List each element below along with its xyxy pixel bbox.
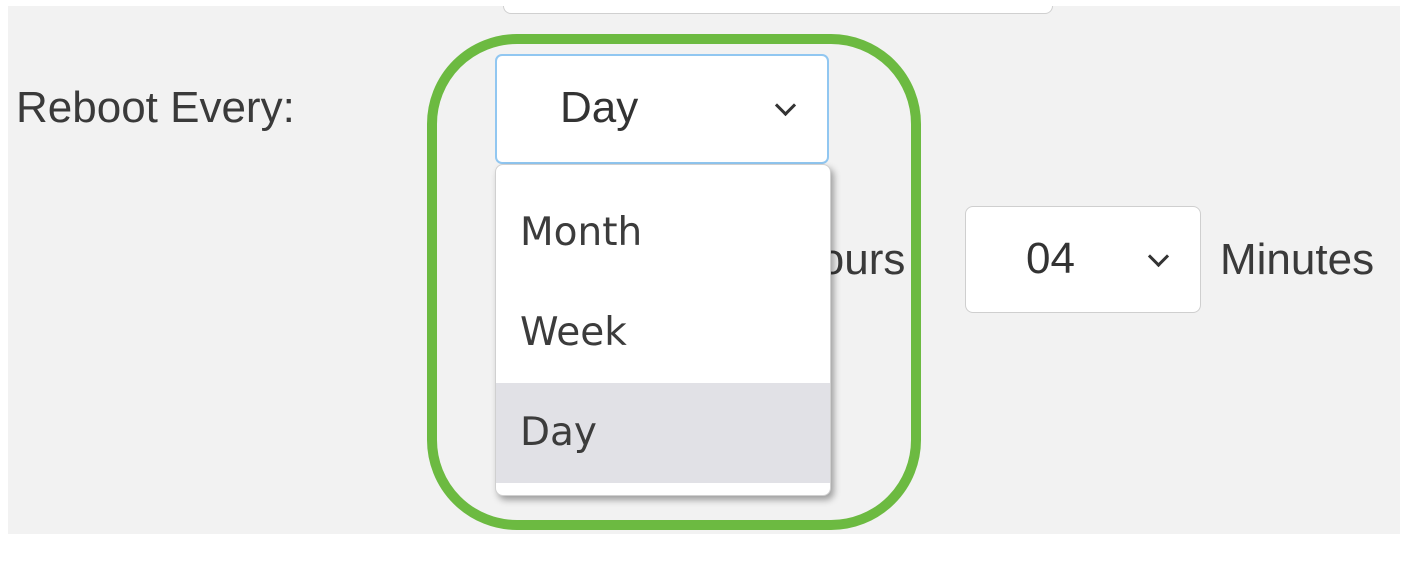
settings-panel: Reboot Every: Hours Minutes Day 04 Month… xyxy=(8,6,1400,534)
option-week[interactable]: Week xyxy=(496,283,830,383)
reboot-every-dropdown-menu[interactable]: Month Week Day xyxy=(495,164,831,496)
reboot-every-selected-value: Day xyxy=(560,83,639,132)
upper-input-field[interactable] xyxy=(503,6,1053,14)
reboot-every-select[interactable]: Day xyxy=(495,54,829,164)
option-month[interactable]: Month xyxy=(496,183,830,283)
minutes-label: Minutes xyxy=(1220,235,1375,284)
chevron-down-icon xyxy=(774,94,797,117)
option-day[interactable]: Day xyxy=(496,383,830,483)
minutes-selected-value: 04 xyxy=(1026,234,1075,283)
chevron-down-icon xyxy=(1147,245,1170,268)
minutes-select[interactable]: 04 xyxy=(965,206,1201,313)
reboot-every-label: Reboot Every: xyxy=(16,83,295,132)
